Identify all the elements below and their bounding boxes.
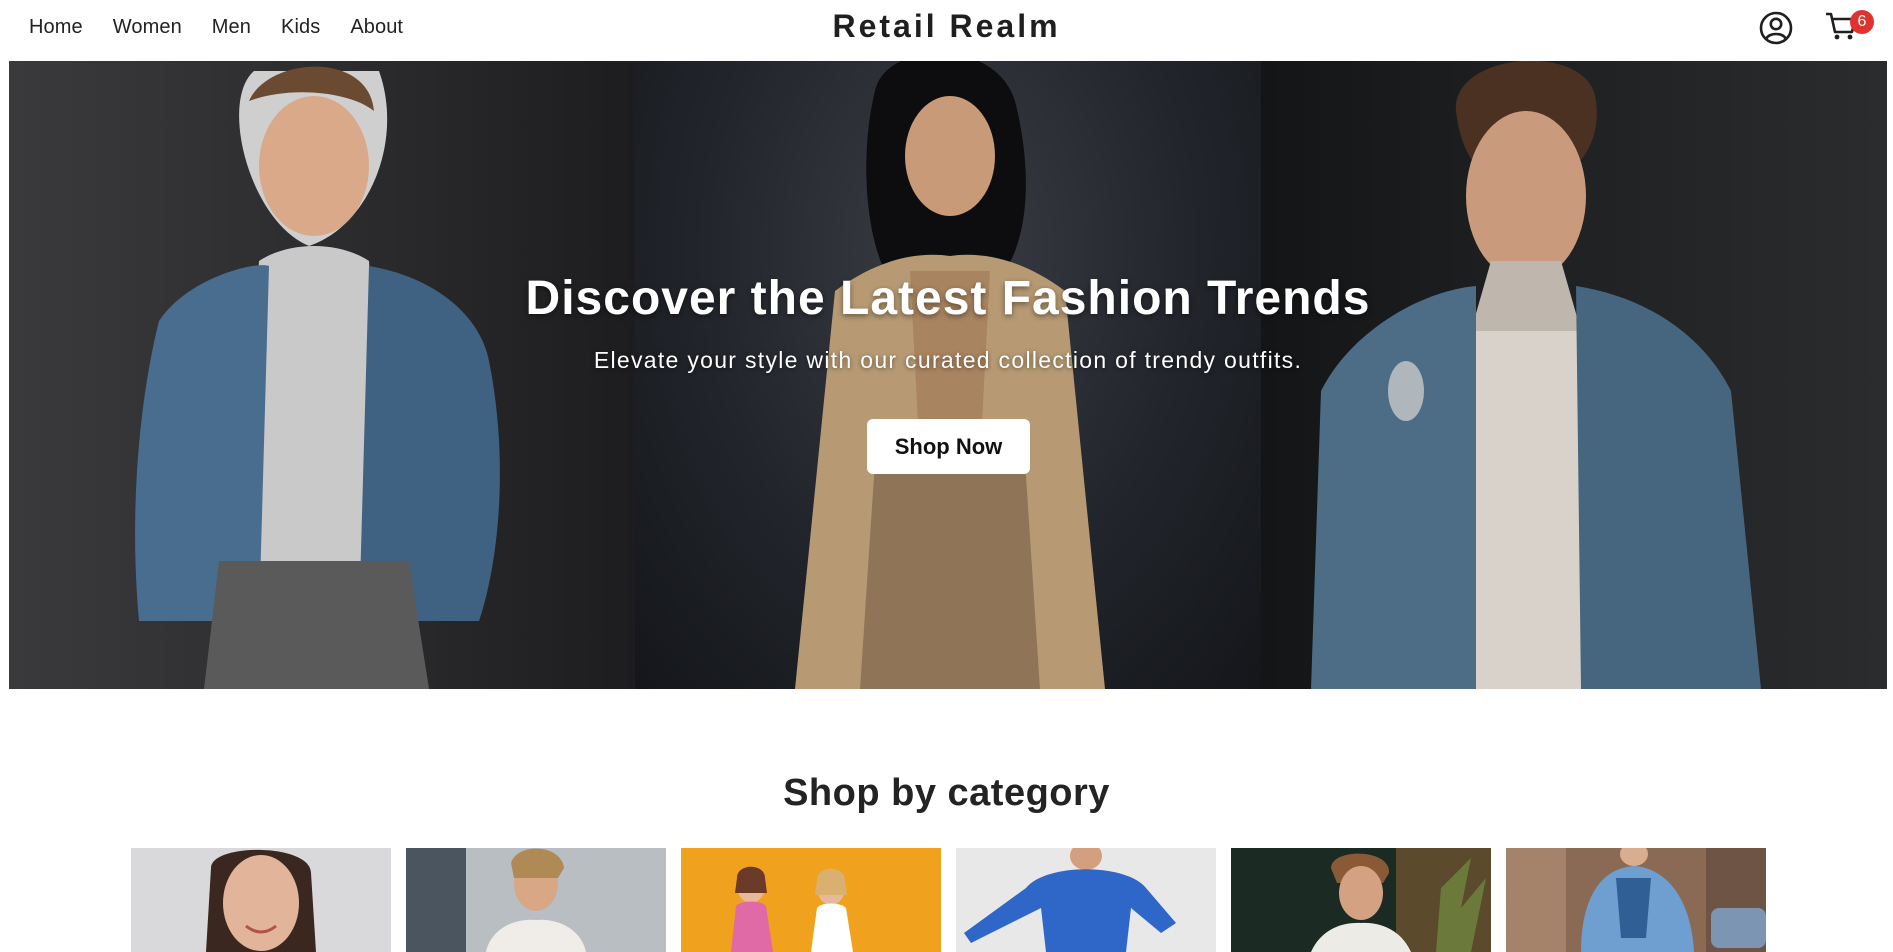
category-image-man-dark-green — [1231, 848, 1491, 952]
nav-link-kids[interactable]: Kids — [281, 16, 320, 39]
category-card-man-dark-green[interactable] — [1231, 848, 1491, 952]
user-circle-icon — [1759, 11, 1793, 45]
top-navbar: Home Women Men Kids About Retail Realm 6 — [0, 0, 1893, 61]
nav-link-about[interactable]: About — [350, 16, 403, 39]
category-image-denim-jacket-street — [1506, 848, 1766, 952]
hero-title: Discover the Latest Fashion Trends — [525, 272, 1371, 325]
nav-link-women[interactable]: Women — [113, 16, 182, 39]
section-title-categories: Shop by category — [783, 772, 1110, 814]
category-card-blue-sweatshirt[interactable] — [956, 848, 1216, 952]
category-image-blue-sweatshirt — [956, 848, 1216, 952]
cart-count-badge: 6 — [1850, 10, 1874, 34]
nav-link-home[interactable]: Home — [29, 16, 83, 39]
category-image-man-white-jacket — [406, 848, 666, 952]
brand-logo[interactable]: Retail Realm — [832, 8, 1060, 44]
category-card-denim-jacket-street[interactable] — [1506, 848, 1766, 952]
hero-subtitle: Elevate your style with our curated coll… — [593, 347, 1303, 373]
hero-banner: Discover the Latest Fashion Trends Eleva… — [9, 61, 1887, 689]
hero-content: Discover the Latest Fashion Trends Eleva… — [9, 61, 1887, 689]
category-image-woman-portrait — [131, 848, 391, 952]
category-image-two-women-yellow — [681, 848, 941, 952]
main-nav: Home Women Men Kids About — [29, 0, 433, 54]
category-card-man-white-jacket[interactable] — [406, 848, 666, 952]
category-card-woman-portrait[interactable] — [131, 848, 391, 952]
shop-now-button[interactable]: Shop Now — [867, 419, 1030, 474]
account-button[interactable] — [1758, 10, 1794, 46]
nav-link-men[interactable]: Men — [212, 16, 251, 39]
category-card-two-women-yellow[interactable] — [681, 848, 941, 952]
